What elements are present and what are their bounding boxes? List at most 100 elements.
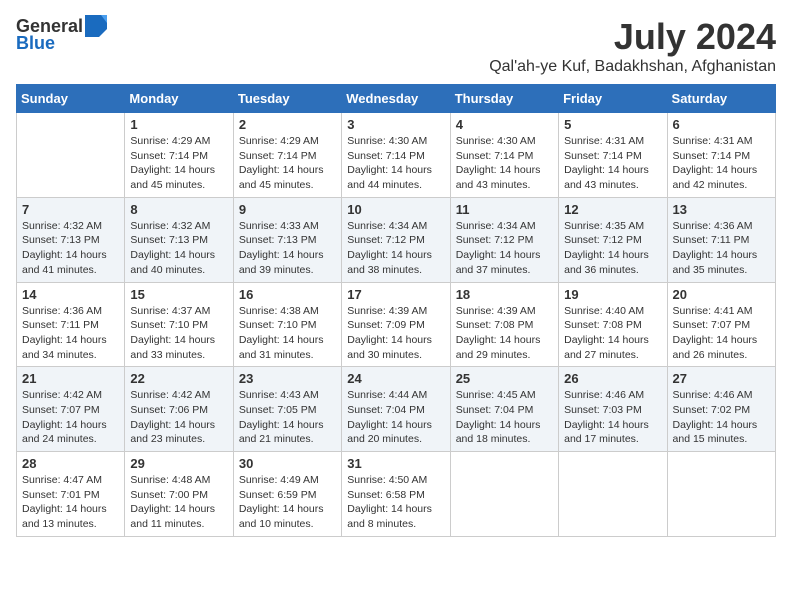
day-info: Sunrise: 4:35 AM Sunset: 7:12 PM Dayligh… xyxy=(564,219,661,278)
day-info: Sunrise: 4:46 AM Sunset: 7:03 PM Dayligh… xyxy=(564,388,661,447)
calendar-cell: 23 Sunrise: 4:43 AM Sunset: 7:05 PM Dayl… xyxy=(233,367,341,452)
day-info: Sunrise: 4:39 AM Sunset: 7:09 PM Dayligh… xyxy=(347,304,444,363)
calendar-cell: 29 Sunrise: 4:48 AM Sunset: 7:00 PM Dayl… xyxy=(125,452,233,537)
logo-icon xyxy=(85,15,107,37)
day-info: Sunrise: 4:49 AM Sunset: 6:59 PM Dayligh… xyxy=(239,473,336,532)
day-number: 30 xyxy=(239,456,336,471)
day-number: 23 xyxy=(239,371,336,386)
calendar-cell xyxy=(559,452,667,537)
calendar-week-row-4: 21 Sunrise: 4:42 AM Sunset: 7:07 PM Dayl… xyxy=(17,367,776,452)
day-info: Sunrise: 4:44 AM Sunset: 7:04 PM Dayligh… xyxy=(347,388,444,447)
day-number: 17 xyxy=(347,287,444,302)
day-number: 8 xyxy=(130,202,227,217)
calendar-header-row: Sunday Monday Tuesday Wednesday Thursday… xyxy=(17,85,776,113)
calendar-cell: 5 Sunrise: 4:31 AM Sunset: 7:14 PM Dayli… xyxy=(559,113,667,198)
day-info: Sunrise: 4:40 AM Sunset: 7:08 PM Dayligh… xyxy=(564,304,661,363)
col-friday: Friday xyxy=(559,85,667,113)
day-number: 15 xyxy=(130,287,227,302)
day-number: 2 xyxy=(239,117,336,132)
day-number: 18 xyxy=(456,287,553,302)
day-number: 25 xyxy=(456,371,553,386)
day-number: 1 xyxy=(130,117,227,132)
calendar-cell: 20 Sunrise: 4:41 AM Sunset: 7:07 PM Dayl… xyxy=(667,282,775,367)
day-info: Sunrise: 4:30 AM Sunset: 7:14 PM Dayligh… xyxy=(456,134,553,193)
day-number: 28 xyxy=(22,456,119,471)
calendar-cell: 4 Sunrise: 4:30 AM Sunset: 7:14 PM Dayli… xyxy=(450,113,558,198)
calendar-cell: 7 Sunrise: 4:32 AM Sunset: 7:13 PM Dayli… xyxy=(17,197,125,282)
calendar-cell: 12 Sunrise: 4:35 AM Sunset: 7:12 PM Dayl… xyxy=(559,197,667,282)
calendar-week-row-2: 7 Sunrise: 4:32 AM Sunset: 7:13 PM Dayli… xyxy=(17,197,776,282)
calendar-cell: 8 Sunrise: 4:32 AM Sunset: 7:13 PM Dayli… xyxy=(125,197,233,282)
col-tuesday: Tuesday xyxy=(233,85,341,113)
calendar-week-row-3: 14 Sunrise: 4:36 AM Sunset: 7:11 PM Dayl… xyxy=(17,282,776,367)
calendar-table: Sunday Monday Tuesday Wednesday Thursday… xyxy=(16,84,776,537)
day-number: 27 xyxy=(673,371,770,386)
logo: General Blue xyxy=(16,16,107,54)
day-info: Sunrise: 4:43 AM Sunset: 7:05 PM Dayligh… xyxy=(239,388,336,447)
day-info: Sunrise: 4:36 AM Sunset: 7:11 PM Dayligh… xyxy=(22,304,119,363)
day-info: Sunrise: 4:45 AM Sunset: 7:04 PM Dayligh… xyxy=(456,388,553,447)
col-monday: Monday xyxy=(125,85,233,113)
calendar-cell: 26 Sunrise: 4:46 AM Sunset: 7:03 PM Dayl… xyxy=(559,367,667,452)
calendar-cell: 6 Sunrise: 4:31 AM Sunset: 7:14 PM Dayli… xyxy=(667,113,775,198)
day-number: 24 xyxy=(347,371,444,386)
calendar-week-row-5: 28 Sunrise: 4:47 AM Sunset: 7:01 PM Dayl… xyxy=(17,452,776,537)
calendar-cell: 9 Sunrise: 4:33 AM Sunset: 7:13 PM Dayli… xyxy=(233,197,341,282)
col-wednesday: Wednesday xyxy=(342,85,450,113)
day-number: 6 xyxy=(673,117,770,132)
calendar-cell: 24 Sunrise: 4:44 AM Sunset: 7:04 PM Dayl… xyxy=(342,367,450,452)
day-number: 16 xyxy=(239,287,336,302)
day-number: 31 xyxy=(347,456,444,471)
day-info: Sunrise: 4:31 AM Sunset: 7:14 PM Dayligh… xyxy=(673,134,770,193)
day-info: Sunrise: 4:36 AM Sunset: 7:11 PM Dayligh… xyxy=(673,219,770,278)
calendar-cell: 27 Sunrise: 4:46 AM Sunset: 7:02 PM Dayl… xyxy=(667,367,775,452)
calendar-cell: 10 Sunrise: 4:34 AM Sunset: 7:12 PM Dayl… xyxy=(342,197,450,282)
header: General Blue July 2024 Qal'ah-ye Kuf, Ba… xyxy=(16,16,776,76)
day-number: 12 xyxy=(564,202,661,217)
calendar-cell: 14 Sunrise: 4:36 AM Sunset: 7:11 PM Dayl… xyxy=(17,282,125,367)
day-number: 26 xyxy=(564,371,661,386)
day-number: 21 xyxy=(22,371,119,386)
day-info: Sunrise: 4:34 AM Sunset: 7:12 PM Dayligh… xyxy=(347,219,444,278)
day-number: 11 xyxy=(456,202,553,217)
calendar-cell: 2 Sunrise: 4:29 AM Sunset: 7:14 PM Dayli… xyxy=(233,113,341,198)
main-title: July 2024 xyxy=(489,16,776,58)
calendar-cell: 17 Sunrise: 4:39 AM Sunset: 7:09 PM Dayl… xyxy=(342,282,450,367)
day-info: Sunrise: 4:37 AM Sunset: 7:10 PM Dayligh… xyxy=(130,304,227,363)
calendar-cell: 28 Sunrise: 4:47 AM Sunset: 7:01 PM Dayl… xyxy=(17,452,125,537)
day-info: Sunrise: 4:38 AM Sunset: 7:10 PM Dayligh… xyxy=(239,304,336,363)
col-thursday: Thursday xyxy=(450,85,558,113)
calendar-cell xyxy=(17,113,125,198)
calendar-cell: 11 Sunrise: 4:34 AM Sunset: 7:12 PM Dayl… xyxy=(450,197,558,282)
calendar-cell: 22 Sunrise: 4:42 AM Sunset: 7:06 PM Dayl… xyxy=(125,367,233,452)
calendar-cell: 21 Sunrise: 4:42 AM Sunset: 7:07 PM Dayl… xyxy=(17,367,125,452)
col-saturday: Saturday xyxy=(667,85,775,113)
calendar-cell xyxy=(667,452,775,537)
calendar-cell: 25 Sunrise: 4:45 AM Sunset: 7:04 PM Dayl… xyxy=(450,367,558,452)
day-number: 5 xyxy=(564,117,661,132)
day-info: Sunrise: 4:46 AM Sunset: 7:02 PM Dayligh… xyxy=(673,388,770,447)
day-number: 9 xyxy=(239,202,336,217)
day-info: Sunrise: 4:41 AM Sunset: 7:07 PM Dayligh… xyxy=(673,304,770,363)
day-info: Sunrise: 4:42 AM Sunset: 7:07 PM Dayligh… xyxy=(22,388,119,447)
day-number: 14 xyxy=(22,287,119,302)
day-info: Sunrise: 4:31 AM Sunset: 7:14 PM Dayligh… xyxy=(564,134,661,193)
day-info: Sunrise: 4:29 AM Sunset: 7:14 PM Dayligh… xyxy=(130,134,227,193)
day-number: 13 xyxy=(673,202,770,217)
day-number: 20 xyxy=(673,287,770,302)
calendar-cell: 19 Sunrise: 4:40 AM Sunset: 7:08 PM Dayl… xyxy=(559,282,667,367)
subtitle: Qal'ah-ye Kuf, Badakhshan, Afghanistan xyxy=(489,58,776,76)
calendar-cell: 3 Sunrise: 4:30 AM Sunset: 7:14 PM Dayli… xyxy=(342,113,450,198)
calendar-cell: 13 Sunrise: 4:36 AM Sunset: 7:11 PM Dayl… xyxy=(667,197,775,282)
day-number: 19 xyxy=(564,287,661,302)
day-info: Sunrise: 4:32 AM Sunset: 7:13 PM Dayligh… xyxy=(22,219,119,278)
calendar-week-row-1: 1 Sunrise: 4:29 AM Sunset: 7:14 PM Dayli… xyxy=(17,113,776,198)
day-number: 10 xyxy=(347,202,444,217)
calendar-cell: 1 Sunrise: 4:29 AM Sunset: 7:14 PM Dayli… xyxy=(125,113,233,198)
day-info: Sunrise: 4:48 AM Sunset: 7:00 PM Dayligh… xyxy=(130,473,227,532)
calendar-cell: 16 Sunrise: 4:38 AM Sunset: 7:10 PM Dayl… xyxy=(233,282,341,367)
calendar-cell: 31 Sunrise: 4:50 AM Sunset: 6:58 PM Dayl… xyxy=(342,452,450,537)
day-number: 7 xyxy=(22,202,119,217)
calendar-cell: 30 Sunrise: 4:49 AM Sunset: 6:59 PM Dayl… xyxy=(233,452,341,537)
day-info: Sunrise: 4:47 AM Sunset: 7:01 PM Dayligh… xyxy=(22,473,119,532)
